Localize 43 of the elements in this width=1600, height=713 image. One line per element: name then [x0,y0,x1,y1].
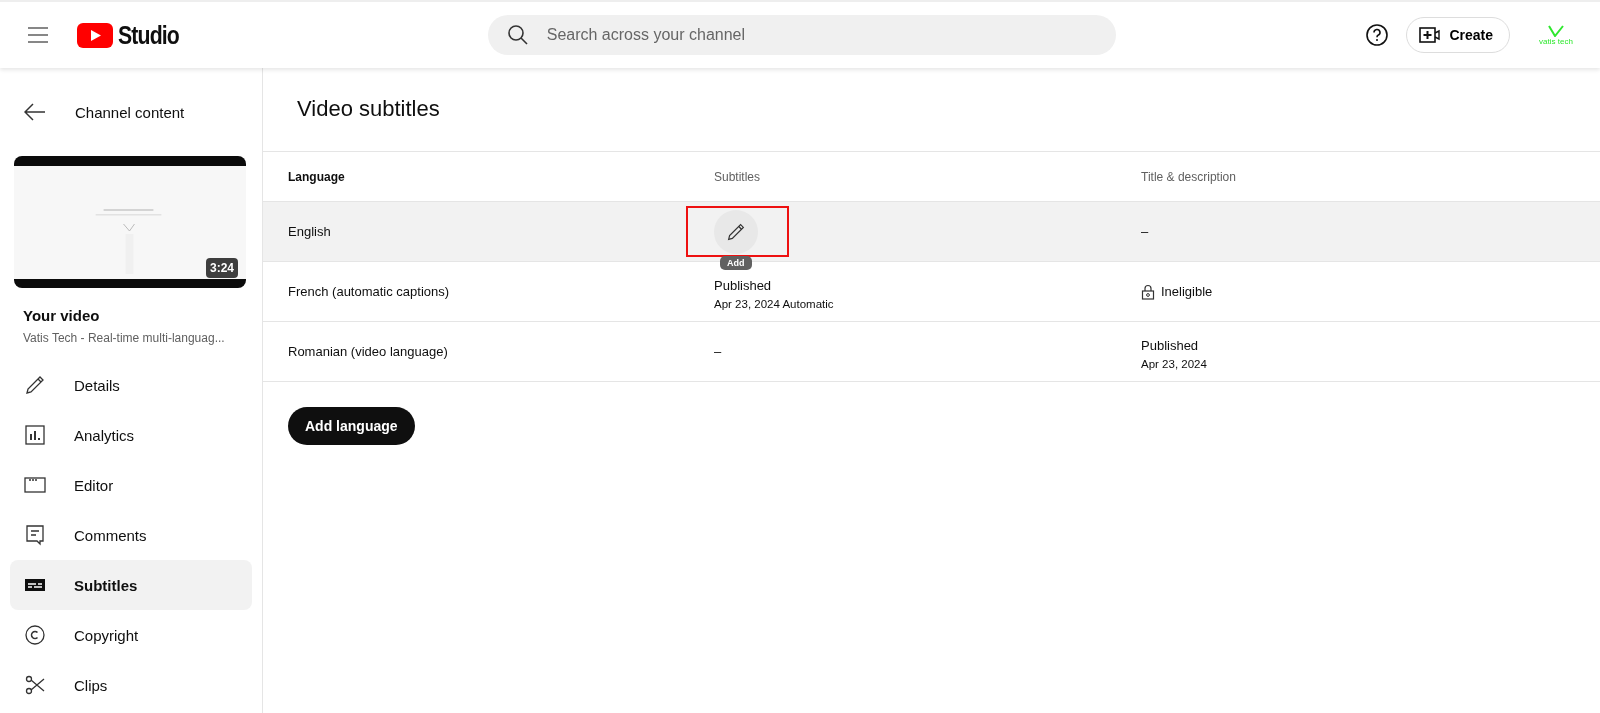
column-header: Subtitles [714,169,761,184]
status-text: Ineligible [1161,284,1213,299]
copyright-icon [23,623,47,647]
language-cell: French (automatic captions) [288,284,450,299]
scissors-icon [23,673,47,697]
date-text: Apr 23, 2024 Automatic [714,297,835,310]
sidebar-item[interactable]: Comments [10,510,252,560]
back-arrow-icon[interactable] [24,103,46,121]
empty-dash: – [714,344,722,359]
play-logo-icon [77,22,113,48]
comment-icon [23,523,47,547]
edit-button[interactable] [714,209,758,254]
logo-text: Studio [118,20,179,50]
menu-icon[interactable] [27,27,49,43]
date-text: Apr 23, 2024 [1141,357,1208,370]
language-cell: English [288,224,331,239]
sidebar-item[interactable]: Subtitles [10,560,252,610]
video-plus-icon [1419,27,1442,43]
sidebar-item[interactable]: Editor [10,460,252,510]
page-title: Video subtitles [296,95,441,123]
channel-name: Vatis Tech - Real-time multi-languag... [23,331,226,345]
add-language-button[interactable]: Add language [288,407,415,445]
help-icon[interactable] [1366,24,1389,46]
sidebar-item[interactable]: Analytics [10,410,252,460]
sidebar-item[interactable]: Clips [10,660,252,710]
search-field[interactable]: Search across your channel [487,15,1116,55]
empty-dash: – [1141,224,1149,239]
tooltip: Add [720,256,752,270]
bar-chart-icon [23,423,47,447]
search-icon [506,24,529,46]
status-text: Published [714,277,773,293]
language-cell: Romanian (video language) [288,344,448,359]
lock-icon [1141,283,1155,300]
column-header: Title & description [1141,169,1236,184]
video-thumbnail[interactable]: 3:24 [14,156,246,288]
create-button[interactable]: Create [1406,17,1510,53]
status-text: Published [1141,337,1200,353]
sidebar-item[interactable]: Copyright [10,610,252,660]
sidebar-item[interactable]: Details [10,360,252,410]
video-title: Your video [23,307,101,324]
duration-badge: 3:24 [205,258,238,278]
back-label[interactable]: Channel content [75,103,185,121]
column-header: Language [288,169,345,184]
